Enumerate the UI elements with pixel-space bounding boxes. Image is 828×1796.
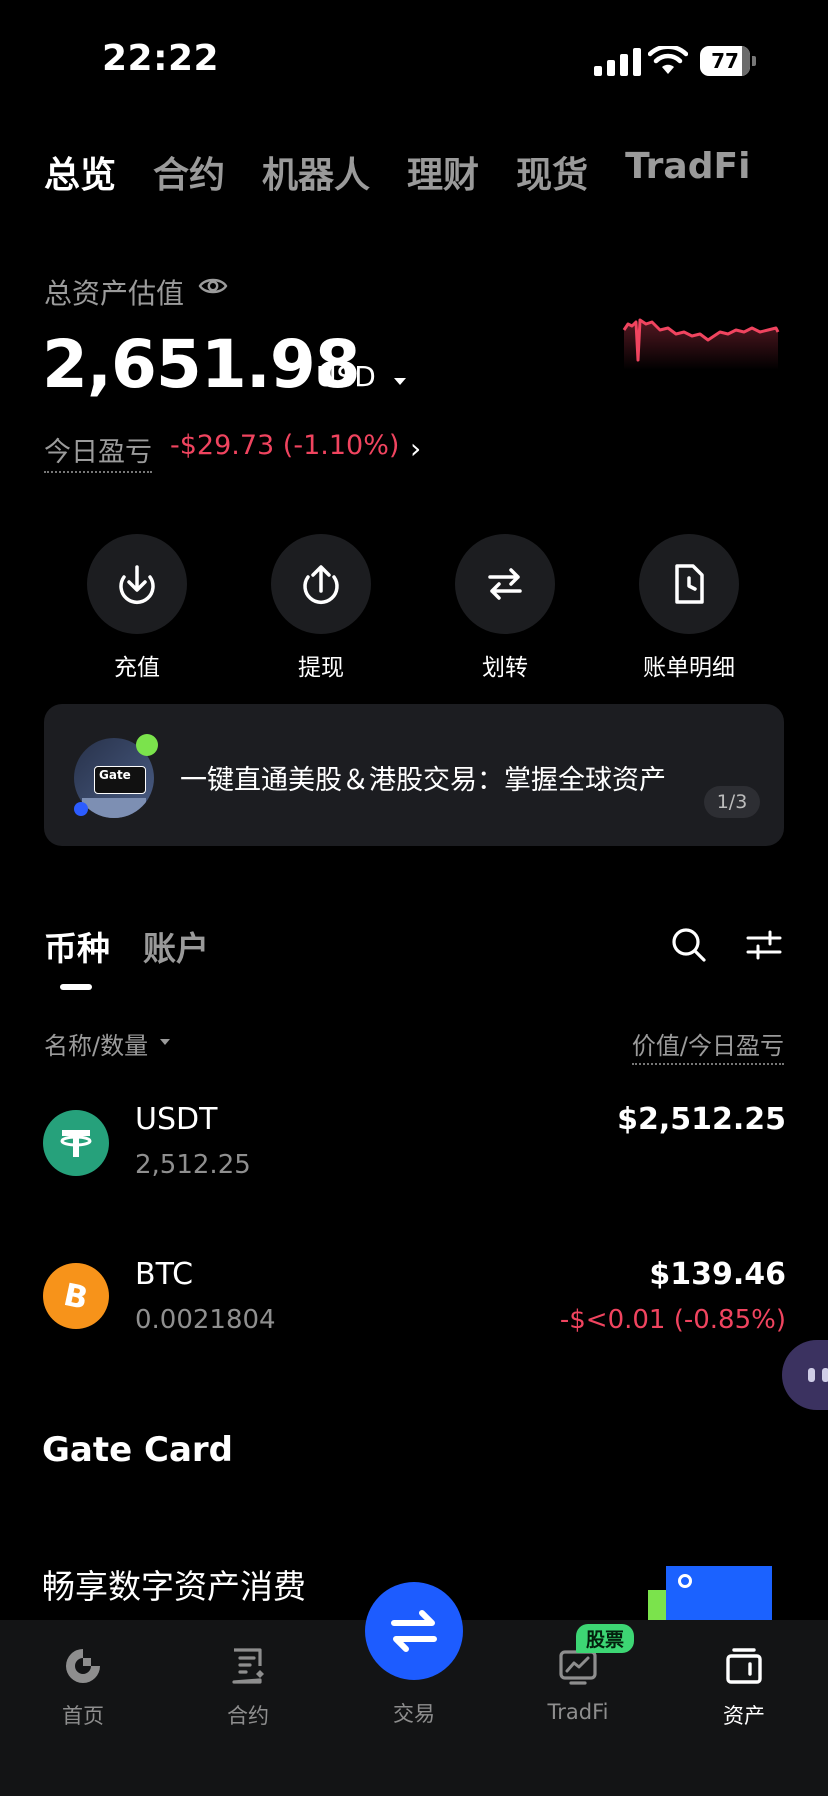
nav-home[interactable]: 首页 [23,1640,143,1730]
withdraw-icon [303,565,339,605]
deposit-icon [119,565,155,605]
nav-assets-label: 资产 [723,1704,765,1728]
tab-spot[interactable]: 现货 [516,146,588,198]
list-item-btc[interactable]: B BTC 0.0021804 $139.46 -$<0.01 (-0.85%) [0,1245,828,1365]
total-assets-label: 总资产估值 [44,277,185,310]
nav-trade-label[interactable]: 交易 [355,1698,473,1728]
withdraw-label: 提现 [298,655,344,681]
chevron-right-icon[interactable]: › [410,432,421,465]
nav-home-label: 首页 [62,1704,104,1728]
withdraw-button[interactable]: 提现 [271,534,371,682]
banner-dot-blue [74,802,88,816]
futures-icon [232,1648,264,1684]
wallet-icon [726,1648,762,1684]
usdt-icon [43,1110,109,1176]
nav-futures[interactable]: 合约 [188,1640,308,1730]
transfer-button[interactable]: 划转 [455,534,555,682]
coin-symbol: BTC [135,1257,194,1292]
transfer-icon [488,568,522,600]
gate-card-subtitle[interactable]: 畅享数字资产消费 [42,1560,306,1608]
swap-icon [391,1610,437,1652]
cellular-signal-icon [594,48,641,76]
trade-button[interactable] [365,1582,463,1680]
search-icon[interactable] [670,926,708,964]
battery-level: 77 [711,49,739,73]
sort-by-name[interactable]: 名称/数量 [44,1026,148,1061]
tab-futures[interactable]: 合约 [153,146,225,198]
coin-value: $2,512.25 [617,1102,786,1137]
eye-icon[interactable] [198,274,228,298]
svg-text:B: B [60,1277,91,1316]
banner-dot-green [136,734,158,756]
nav-assets[interactable]: 资产 [684,1640,804,1730]
stock-badge: 股票 [576,1624,635,1653]
filter-icon[interactable] [746,928,782,962]
tab-earn[interactable]: 理财 [407,146,479,198]
banner-thumb-logo: Gate [94,766,146,794]
tab-accounts[interactable]: 账户 [143,922,209,970]
tab-indicator [60,984,92,990]
transfer-label: 划转 [482,655,528,681]
bill-details-label: 账单明细 [643,655,735,681]
banner-text: 一键直通美股＆港股交易：掌握全球资产 [180,765,666,796]
coin-symbol: USDT [135,1102,218,1137]
top-tabs: 总览 合约 机器人 理财 现货 TradFi [44,146,750,198]
banner-page-indicator: 1/3 [704,786,760,818]
btc-icon: B [43,1263,109,1329]
caret-down-icon[interactable] [394,378,406,385]
tab-tradfi[interactable]: TradFi [625,146,750,198]
coin-pnl: -$<0.01 (-0.85%) [559,1305,786,1335]
list-item-usdt[interactable]: USDT 2,512.25 $2,512.25 [0,1090,828,1210]
deposit-button[interactable]: 充值 [87,534,187,682]
nav-futures-label: 合约 [227,1704,269,1728]
nav-tradfi-label: TradFi [547,1700,609,1724]
bill-details-button[interactable]: 账单明细 [639,534,739,682]
tab-overview[interactable]: 总览 [44,146,116,198]
currency-selector[interactable]: USD [316,360,376,393]
home-icon [66,1649,100,1683]
battery-icon: 77 [700,46,756,76]
tab-coins[interactable]: 币种 [44,922,110,970]
caret-down-icon[interactable] [160,1039,170,1045]
coin-value: $139.46 [649,1257,786,1292]
total-assets-amount: 2,651.98 [42,326,361,403]
tab-bots[interactable]: 机器人 [262,146,370,198]
gate-card-title: Gate Card [42,1430,234,1470]
today-pnl-value[interactable]: -$29.73 (-1.10%) [170,430,399,461]
wifi-icon [648,46,688,74]
coin-quantity: 0.0021804 [135,1305,276,1335]
today-pnl-label[interactable]: 今日盈亏 [44,430,152,473]
sort-by-value[interactable]: 价值/今日盈亏 [631,1026,784,1065]
asset-sparkline [622,318,780,370]
bill-icon [675,564,704,604]
deposit-label: 充值 [114,655,160,681]
status-time: 22:22 [102,38,220,79]
coin-quantity: 2,512.25 [135,1150,251,1180]
promo-banner[interactable]: Gate 一键直通美股＆港股交易：掌握全球资产 1/3 [44,704,784,846]
